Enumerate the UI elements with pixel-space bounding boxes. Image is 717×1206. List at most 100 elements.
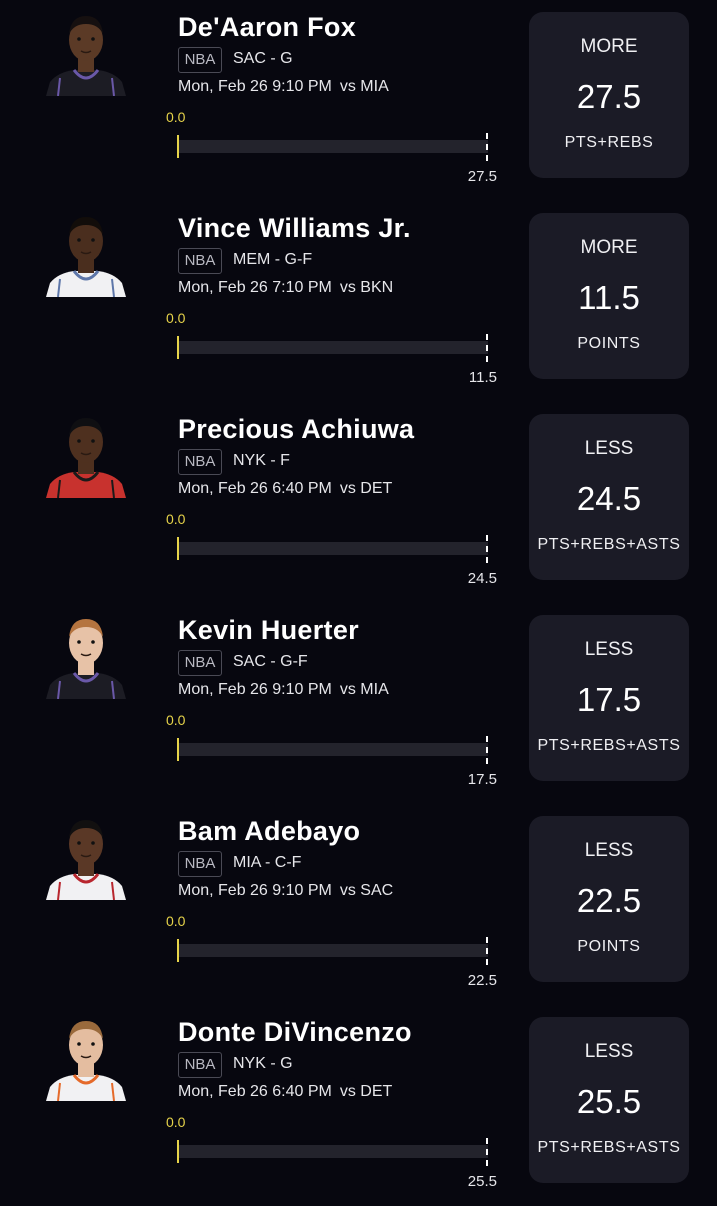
pick-row: Kevin Huerter NBA SAC - G-F Mon, Feb 26 …: [0, 603, 717, 804]
progress-target-marker: [486, 334, 488, 362]
player-name: Precious Achiuwa: [178, 414, 415, 444]
opponent: vs MIA: [339, 681, 389, 698]
player-avatar: [44, 6, 128, 96]
progress-target-marker: [486, 133, 488, 161]
progress-target-marker: [486, 1138, 488, 1166]
progress-track: [178, 140, 488, 153]
game-info: Mon, Feb 26 6:40 PM vs DET: [178, 1083, 392, 1101]
projection-line: 11.5: [578, 279, 640, 316]
opponent: vs DET: [339, 1083, 393, 1100]
team-position: SAC - G: [233, 50, 293, 67]
game-info: Mon, Feb 26 7:10 PM vs BKN: [178, 279, 393, 297]
progress-target-value: 27.5: [467, 168, 497, 185]
progress-start-marker: [177, 135, 179, 158]
stat-type: PTS+REBS: [564, 134, 654, 151]
progress-current-value: 0.0: [166, 310, 186, 326]
player-avatar: [44, 1011, 128, 1101]
league-badge: NBA: [178, 47, 222, 73]
game-time: Mon, Feb 26 7:10 PM: [178, 279, 332, 296]
game-time: Mon, Feb 26 9:10 PM: [178, 882, 332, 899]
projection-card[interactable]: LESS 24.5 PTS+REBS+ASTS: [529, 414, 689, 580]
pick-row: Precious Achiuwa NBA NYK - F Mon, Feb 26…: [0, 402, 717, 603]
player-name: Kevin Huerter: [178, 615, 359, 645]
progress-target-value: 24.5: [467, 570, 497, 587]
opponent: vs SAC: [339, 882, 394, 899]
pick-list: De'Aaron Fox NBA SAC - G Mon, Feb 26 9:1…: [0, 0, 717, 1200]
progress-target-marker: [486, 535, 488, 563]
game-info: Mon, Feb 26 6:40 PM vs DET: [178, 480, 392, 498]
stat-type: PTS+REBS+ASTS: [537, 737, 681, 754]
progress-current-value: 0.0: [166, 913, 186, 929]
player-avatar: [44, 609, 128, 699]
pick-choice: LESS: [584, 639, 634, 660]
league-badge: NBA: [178, 248, 222, 274]
projection-card[interactable]: LESS 17.5 PTS+REBS+ASTS: [529, 615, 689, 781]
player-name: Bam Adebayo: [178, 816, 361, 846]
progress-track: [178, 743, 488, 756]
game-time: Mon, Feb 26 6:40 PM: [178, 480, 332, 497]
progress-current-value: 0.0: [166, 109, 186, 125]
pick-choice: MORE: [580, 36, 638, 57]
projection-line: 27.5: [576, 78, 642, 115]
progress-target-value: 22.5: [467, 972, 497, 989]
progress-current-value: 0.0: [166, 511, 186, 527]
player-avatar: [44, 207, 128, 297]
projection-line: 17.5: [576, 681, 642, 718]
pick-row: Donte DiVincenzo NBA NYK - G Mon, Feb 26…: [0, 1005, 717, 1206]
progress-target-marker: [486, 937, 488, 965]
progress-track: [178, 542, 488, 555]
projection-card[interactable]: MORE 27.5 PTS+REBS: [529, 12, 689, 178]
game-time: Mon, Feb 26 9:10 PM: [178, 78, 332, 95]
progress-start-marker: [177, 939, 179, 962]
league-badge: NBA: [178, 449, 222, 475]
projection-line: 22.5: [576, 882, 642, 919]
league-badge: NBA: [178, 1052, 222, 1078]
progress-track: [178, 944, 488, 957]
progress-target-value: 25.5: [467, 1173, 497, 1190]
projection-card[interactable]: LESS 22.5 POINTS: [529, 816, 689, 982]
team-position: NYK - G: [233, 1055, 293, 1072]
game-info: Mon, Feb 26 9:10 PM vs MIA: [178, 681, 389, 699]
progress-track: [178, 341, 488, 354]
pick-choice: MORE: [580, 237, 638, 258]
progress-start-marker: [177, 1140, 179, 1163]
pick-choice: LESS: [584, 1041, 634, 1062]
opponent: vs DET: [339, 480, 393, 497]
game-info: Mon, Feb 26 9:10 PM vs SAC: [178, 882, 393, 900]
pick-choice: LESS: [584, 438, 634, 459]
progress-track: [178, 1145, 488, 1158]
pick-row: Bam Adebayo NBA MIA - C-F Mon, Feb 26 9:…: [0, 804, 717, 1005]
player-name: De'Aaron Fox: [178, 12, 357, 42]
stat-type: PTS+REBS+ASTS: [537, 1139, 681, 1156]
player-name: Donte DiVincenzo: [178, 1017, 412, 1047]
projection-card[interactable]: MORE 11.5 POINTS: [529, 213, 689, 379]
player-avatar: [44, 408, 128, 498]
opponent: vs MIA: [339, 78, 389, 95]
game-time: Mon, Feb 26 9:10 PM: [178, 681, 332, 698]
progress-current-value: 0.0: [166, 712, 186, 728]
game-info: Mon, Feb 26 9:10 PM vs MIA: [178, 78, 389, 96]
pick-row: De'Aaron Fox NBA SAC - G Mon, Feb 26 9:1…: [0, 0, 717, 201]
opponent: vs BKN: [339, 279, 394, 296]
progress-start-marker: [177, 738, 179, 761]
league-badge: NBA: [178, 650, 222, 676]
projection-card[interactable]: LESS 25.5 PTS+REBS+ASTS: [529, 1017, 689, 1183]
progress-target-value: 17.5: [467, 771, 497, 788]
progress-start-marker: [177, 336, 179, 359]
team-position: MEM - G-F: [233, 251, 313, 268]
progress-target-value: 11.5: [468, 369, 497, 386]
projection-line: 25.5: [576, 1083, 642, 1120]
player-avatar: [44, 810, 128, 900]
league-badge: NBA: [178, 851, 222, 877]
stat-type: POINTS: [577, 938, 641, 955]
stat-type: POINTS: [577, 335, 641, 352]
game-time: Mon, Feb 26 6:40 PM: [178, 1083, 332, 1100]
progress-current-value: 0.0: [166, 1114, 186, 1130]
pick-row: Vince Williams Jr. NBA MEM - G-F Mon, Fe…: [0, 201, 717, 402]
progress-target-marker: [486, 736, 488, 764]
progress-start-marker: [177, 537, 179, 560]
stat-type: PTS+REBS+ASTS: [537, 536, 681, 553]
team-position: NYK - F: [233, 452, 290, 469]
team-position: SAC - G-F: [233, 653, 308, 670]
projection-line: 24.5: [576, 480, 642, 517]
